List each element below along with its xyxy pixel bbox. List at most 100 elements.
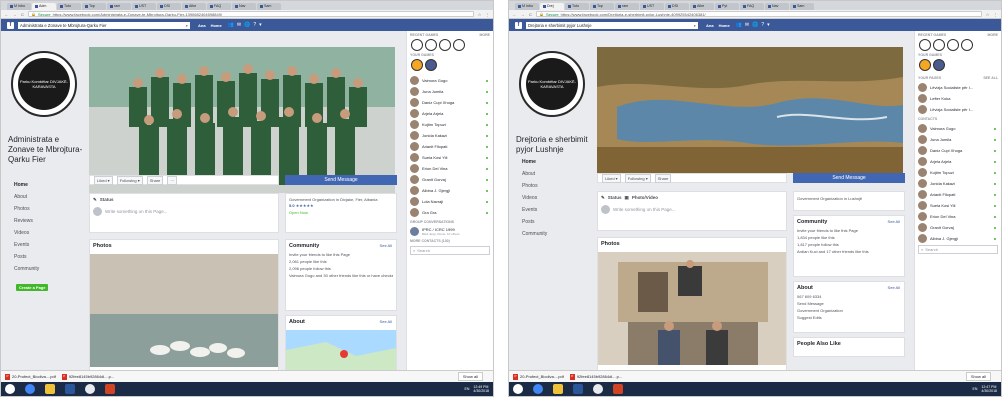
write-post-input[interactable]: Write something on this Page... — [105, 209, 167, 214]
game-icon[interactable] — [411, 59, 423, 71]
browser-tab[interactable]: Nav — [232, 3, 256, 10]
chrome-icon[interactable] — [25, 384, 35, 394]
url-field[interactable]: 🔒 Secure https://www.facebook.com/Admini… — [28, 11, 474, 17]
status-tab[interactable]: Status — [608, 195, 622, 201]
contact-item[interactable]: Jonida Kakazi — [915, 178, 1001, 189]
powerpoint-icon[interactable] — [105, 384, 115, 394]
menu-dots-icon[interactable]: ⋮ — [993, 12, 998, 17]
photo-video-tab[interactable]: Photo/Video — [632, 195, 658, 201]
header-home-link[interactable]: Home — [719, 23, 730, 28]
send-message-button[interactable]: Send Message — [793, 173, 905, 183]
download-item[interactable]: P 92fee8145b92864dl....p... — [61, 373, 114, 380]
contact-item[interactable]: Erion Del Vina — [915, 211, 1001, 222]
about-line[interactable]: Suggest Edits — [797, 314, 901, 321]
back-icon[interactable]: ← — [4, 12, 9, 17]
download-item[interactable]: P 20-Profect_Biodiva....pdf — [513, 373, 564, 380]
forward-icon[interactable]: → — [520, 12, 525, 17]
chrome-icon[interactable] — [533, 384, 543, 394]
community-see-all-link[interactable]: See All — [380, 243, 392, 248]
game-icon[interactable] — [947, 39, 959, 51]
game-icon[interactable] — [961, 39, 973, 51]
contact-item[interactable]: Arjela Arjela — [407, 108, 493, 119]
header-notification-icons[interactable]: 👥✉🌐?▾ — [228, 22, 265, 28]
liked-button[interactable]: Liked ▾ — [602, 173, 621, 183]
browser-tab[interactable]: Tuto — [57, 3, 81, 10]
back-icon[interactable]: ← — [512, 12, 517, 17]
page-nav-item[interactable]: Home — [522, 156, 592, 168]
following-button[interactable]: Following ▾ — [116, 175, 143, 185]
browser-tab[interactable]: Adm — [32, 3, 56, 10]
page-nav-item[interactable]: Events — [522, 204, 592, 216]
following-button[interactable]: Following ▾ — [624, 173, 651, 183]
browser-tab[interactable]: M Inbo — [515, 3, 539, 10]
page-nav-item[interactable]: Videos — [14, 227, 84, 239]
contact-item[interactable]: Jonida Kakazi — [407, 130, 493, 141]
word-icon[interactable] — [65, 384, 75, 394]
your-page-item[interactable]: Lëvizja Socialiste për I... — [915, 82, 1001, 93]
star-icon[interactable]: ☆ — [477, 12, 482, 17]
contact-item[interactable]: Juna Jumila — [407, 86, 493, 97]
page-nav-item[interactable]: Events — [14, 239, 84, 251]
contact-item[interactable]: Daniz Cupi Xhoga — [407, 97, 493, 108]
page-nav-item[interactable]: Posts — [522, 216, 592, 228]
game-icon[interactable] — [933, 59, 945, 71]
powerpoint-icon[interactable] — [613, 384, 623, 394]
game-icon[interactable] — [919, 39, 931, 51]
community-line[interactable]: Ardian Kuci and 17 other friends like th… — [797, 248, 901, 255]
contact-item[interactable]: Suela Kosi Yili — [915, 200, 1001, 211]
chat-search-input[interactable]: ⌕ Search — [410, 246, 490, 255]
game-icon[interactable] — [411, 39, 423, 51]
search-icon[interactable]: ⌕ — [694, 22, 696, 29]
page-nav-item[interactable]: Posts — [14, 251, 84, 263]
search-icon[interactable]: ⌕ — [186, 22, 188, 29]
browser-tab[interactable]: Top — [590, 3, 614, 10]
game-icon[interactable] — [453, 39, 465, 51]
browser-tab[interactable]: Albe — [690, 3, 714, 10]
facebook-search-input[interactable]: Drejtoria e sherbimit pyjor Lushnje ⌕ — [526, 21, 698, 29]
browser-tab[interactable]: Albe — [182, 3, 206, 10]
game-icon[interactable] — [425, 39, 437, 51]
community-line[interactable]: Invite your friends to like this Page — [289, 251, 393, 258]
explorer-icon[interactable] — [553, 384, 563, 394]
liked-button[interactable]: Liked ▾ — [94, 175, 113, 185]
contact-item[interactable]: Kujtim Topuzi — [407, 119, 493, 130]
menu-dots-icon[interactable]: ⋮ — [485, 12, 490, 17]
contact-item[interactable]: Gra Gra — [407, 207, 493, 218]
browser-tab[interactable]: ram — [107, 3, 131, 10]
contact-item[interactable]: Albina J. Gjergji — [915, 233, 1001, 244]
browser-tab[interactable]: FAQ — [207, 3, 231, 10]
page-nav-item[interactable]: Community — [522, 228, 592, 240]
community-see-all-link[interactable]: See All — [888, 219, 900, 224]
pelicans-photo[interactable] — [90, 254, 278, 367]
windows-start-icon[interactable] — [513, 384, 523, 394]
about-see-all-link[interactable]: See All — [380, 319, 392, 324]
page-nav-item[interactable]: Community — [14, 263, 84, 275]
more-button[interactable]: ··· — [167, 175, 178, 185]
contact-item[interactable]: Daniz Cupi Xhoga — [915, 145, 1001, 156]
contact-item[interactable]: Kujtim Topuzi — [915, 167, 1001, 178]
status-tab[interactable]: Status — [100, 197, 114, 203]
show-all-downloads-button[interactable]: Show all — [457, 372, 483, 381]
word-icon[interactable] — [573, 384, 583, 394]
header-notification-icons[interactable]: 👥✉🌐?▾ — [736, 22, 773, 28]
chrome-window-icon[interactable] — [593, 384, 603, 394]
forestry-photo[interactable] — [598, 252, 786, 365]
send-message-button[interactable]: Send Message — [285, 175, 397, 185]
header-home-link[interactable]: Home — [211, 23, 222, 28]
browser-tab[interactable]: ram — [615, 3, 639, 10]
contact-item[interactable]: Vaimora Gogo — [407, 75, 493, 86]
pages-see-all-link[interactable]: SEE ALL — [983, 76, 998, 80]
contact-item[interactable]: Juna Jumila — [915, 134, 1001, 145]
chat-search-input[interactable]: ⌕ Search — [918, 245, 998, 254]
contact-item[interactable]: Suela Kosi Yili — [407, 152, 493, 163]
chrome-window-icon[interactable] — [85, 384, 95, 394]
browser-tab[interactable]: FAQ — [740, 3, 764, 10]
page-nav-item[interactable]: Photos — [522, 180, 592, 192]
browser-tab[interactable]: Tuto — [565, 3, 589, 10]
browser-tab[interactable]: Sam — [790, 3, 814, 10]
your-page-item[interactable]: Lëvizja Socialiste për I... — [915, 104, 1001, 115]
browser-tab[interactable]: UST — [640, 3, 664, 10]
about-line[interactable]: Send Message — [797, 300, 901, 307]
community-line[interactable]: Invite your friends to like this Page — [797, 227, 901, 234]
browser-tab[interactable]: UST — [132, 3, 156, 10]
